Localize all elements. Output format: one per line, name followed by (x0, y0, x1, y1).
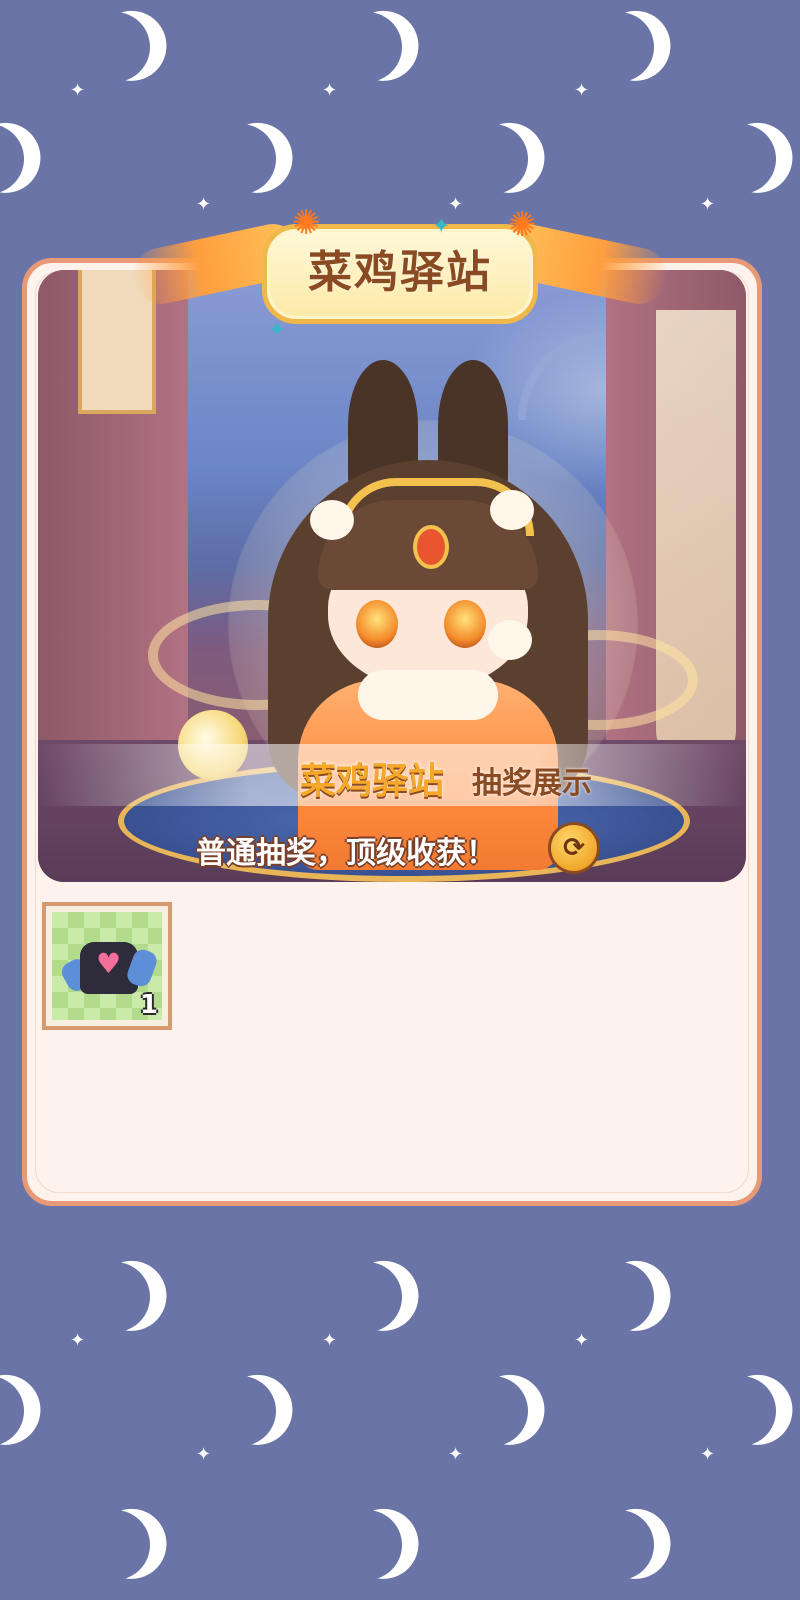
star-icon: ✦ (70, 80, 86, 101)
star-icon: ✦ (402, 1286, 418, 1307)
star-icon: ✦ (402, 36, 418, 57)
moon-icon (323, 3, 411, 91)
banner-brand-text: 菜鸡驿站 (300, 761, 445, 802)
star-icon: ✦ (528, 1398, 544, 1419)
star-icon: ✦ (654, 1286, 670, 1307)
star-icon: ✦ (448, 1444, 464, 1465)
star-icon: ✦ (70, 1330, 86, 1351)
star-icon: ✦ (24, 1398, 40, 1419)
star-icon: ✦ (196, 194, 212, 215)
star-icon: ✦ (654, 36, 670, 57)
moon-icon (697, 1367, 785, 1455)
star-icon: ✦ (574, 1330, 590, 1351)
moon-icon (575, 1253, 663, 1341)
star-icon: ✦ (150, 36, 166, 57)
moon-icon (697, 115, 785, 203)
star-icon: ✦ (402, 1534, 418, 1555)
star-icon: ✦ (700, 194, 716, 215)
star-icon: ✦ (196, 1444, 212, 1465)
moon-icon (71, 3, 159, 91)
character-gem (413, 525, 449, 569)
flower-icon: ✺ (508, 205, 537, 245)
hair-pompom (488, 620, 532, 660)
refresh-icon: ⟳ (563, 833, 585, 863)
banner-slogan: 普通抽奖，顶级收获！ (196, 836, 496, 871)
moon-icon (197, 1367, 285, 1455)
hair-pompom (310, 500, 354, 540)
star-icon: ✦ (24, 148, 40, 169)
moon-icon (323, 1253, 411, 1341)
moon-icon (449, 1367, 537, 1455)
title-plaque: 菜鸡驿站 ✺ ✺ ✦ ✦ (128, 206, 672, 342)
star-icon: ✦ (276, 1398, 292, 1419)
star-icon: ✦ (654, 1534, 670, 1555)
character-eye (356, 600, 398, 648)
sparkle-icon: ✦ (268, 318, 287, 343)
star-icon: ✦ (276, 148, 292, 169)
banner-subtitle: 抽奖展示 (472, 766, 592, 801)
moon-icon (71, 1501, 159, 1589)
moon-icon (197, 115, 285, 203)
moon-icon (71, 1253, 159, 1341)
refresh-button[interactable]: ⟳ (548, 822, 600, 874)
star-icon: ✦ (150, 1286, 166, 1307)
character-eye (444, 600, 486, 648)
flower-icon: ✺ (292, 203, 321, 243)
moon-icon (449, 115, 537, 203)
page-title: 菜鸡驿站 (308, 247, 492, 298)
star-icon: ✦ (322, 1330, 338, 1351)
sparkle-icon: ✦ (432, 214, 451, 239)
moon-icon (575, 1501, 663, 1589)
hair-pompom (490, 490, 534, 530)
reward-item-slot[interactable]: ♥ 1 (42, 902, 172, 1030)
moon-icon (323, 1501, 411, 1589)
star-icon: ✦ (574, 80, 590, 101)
star-icon: ✦ (700, 1444, 716, 1465)
star-icon: ✦ (528, 148, 544, 169)
star-icon: ✦ (322, 80, 338, 101)
moon-icon (575, 3, 663, 91)
heart-icon: ♥ (96, 947, 122, 980)
star-icon: ✦ (150, 1534, 166, 1555)
item-count: 1 (139, 990, 158, 1020)
character-collar (358, 670, 498, 720)
